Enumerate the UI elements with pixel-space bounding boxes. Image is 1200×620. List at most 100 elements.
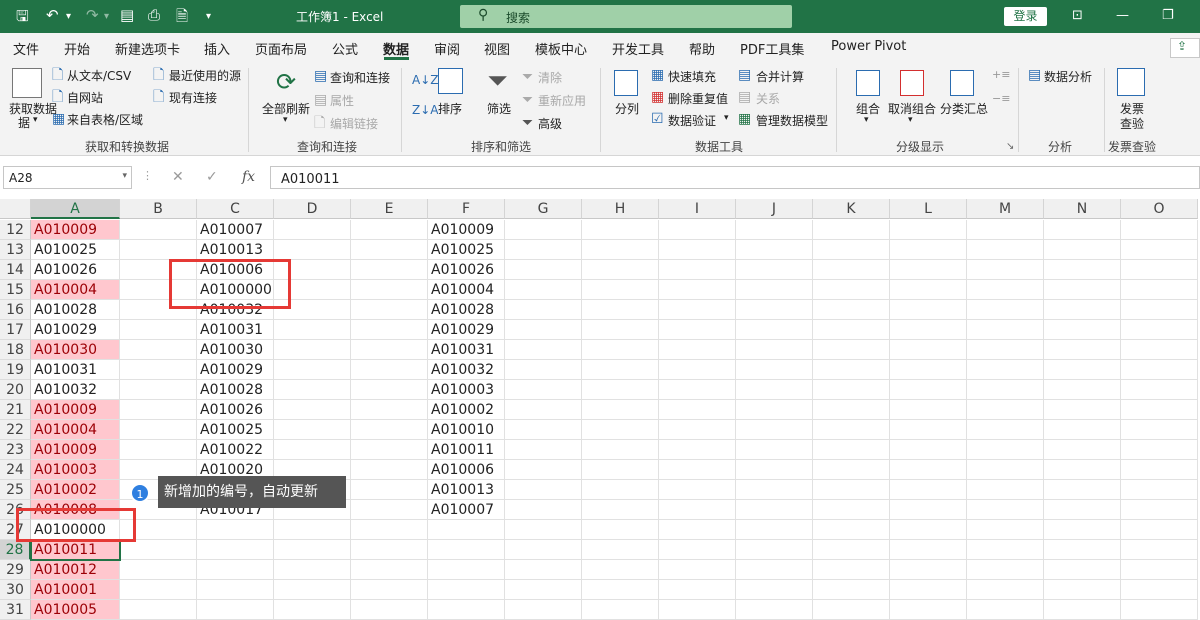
cell-g14[interactable] <box>505 260 582 280</box>
cell-k17[interactable] <box>813 320 890 340</box>
cell-h27[interactable] <box>582 520 659 540</box>
cell-n25[interactable] <box>1044 480 1121 500</box>
flash-fill-button[interactable]: 快速填充 <box>668 68 716 85</box>
cell-m17[interactable] <box>967 320 1044 340</box>
column-header-k[interactable]: K <box>813 199 890 219</box>
insert-function-icon[interactable]: fx <box>242 169 255 185</box>
cell-c27[interactable] <box>197 520 274 540</box>
cell-j29[interactable] <box>736 560 813 580</box>
cell-i18[interactable] <box>659 340 736 360</box>
cell-l26[interactable] <box>890 500 967 520</box>
clear-button[interactable]: 清除 <box>538 69 562 86</box>
cell-o26[interactable] <box>1121 500 1198 520</box>
cell-f21[interactable]: A010002 <box>428 400 505 420</box>
save-icon[interactable]: 🖫 <box>16 6 29 31</box>
cell-c21[interactable]: A010026 <box>197 400 274 420</box>
cell-k16[interactable] <box>813 300 890 320</box>
cell-a28[interactable]: A010011 <box>30 539 121 561</box>
print-preview-icon[interactable]: ⎙ <box>148 6 160 24</box>
cell-c12[interactable]: A010007 <box>197 220 274 240</box>
cell-m14[interactable] <box>967 260 1044 280</box>
cell-f17[interactable]: A010029 <box>428 320 505 340</box>
cell-o19[interactable] <box>1121 360 1198 380</box>
row-header[interactable]: 28 <box>0 540 31 560</box>
login-button[interactable]: 登录 <box>1004 7 1047 26</box>
column-header-i[interactable]: I <box>659 199 736 219</box>
cell-e31[interactable] <box>351 600 428 620</box>
cell-f16[interactable]: A010028 <box>428 300 505 320</box>
cell-e22[interactable] <box>351 420 428 440</box>
cell-i25[interactable] <box>659 480 736 500</box>
cell-m23[interactable] <box>967 440 1044 460</box>
cell-d20[interactable] <box>274 380 351 400</box>
cell-j26[interactable] <box>736 500 813 520</box>
cell-e25[interactable] <box>351 480 428 500</box>
cell-k30[interactable] <box>813 580 890 600</box>
cell-o28[interactable] <box>1121 540 1198 560</box>
column-header-c[interactable]: C <box>197 199 274 219</box>
cell-m24[interactable] <box>967 460 1044 480</box>
tab-power-pivot[interactable]: Power Pivot <box>831 39 906 54</box>
column-header-b[interactable]: B <box>120 199 197 219</box>
cell-d22[interactable] <box>274 420 351 440</box>
cell-c19[interactable]: A010029 <box>197 360 274 380</box>
cell-i26[interactable] <box>659 500 736 520</box>
cell-k18[interactable] <box>813 340 890 360</box>
cell-h13[interactable] <box>582 240 659 260</box>
cell-h12[interactable] <box>582 220 659 240</box>
cell-b30[interactable] <box>120 580 197 600</box>
data-analysis-button[interactable]: 数据分析 <box>1044 68 1092 85</box>
cell-e15[interactable] <box>351 280 428 300</box>
cell-n18[interactable] <box>1044 340 1121 360</box>
cell-g23[interactable] <box>505 440 582 460</box>
cell-e12[interactable] <box>351 220 428 240</box>
invoice-label-2[interactable]: 查验 <box>1120 115 1144 132</box>
cell-b17[interactable] <box>120 320 197 340</box>
row-header[interactable]: 25 <box>0 480 31 500</box>
cell-h17[interactable] <box>582 320 659 340</box>
column-header-h[interactable]: H <box>582 199 659 219</box>
row-header[interactable]: 14 <box>0 260 31 280</box>
queries-connections-button[interactable]: 查询和连接 <box>330 69 390 86</box>
cell-b13[interactable] <box>120 240 197 260</box>
cell-j28[interactable] <box>736 540 813 560</box>
name-box[interactable]: A28 ▾ <box>3 166 132 189</box>
minimize-icon[interactable]: — <box>1116 8 1129 23</box>
cell-c23[interactable]: A010022 <box>197 440 274 460</box>
cell-f20[interactable]: A010003 <box>428 380 505 400</box>
customize-toolbar-icon[interactable]: ▾ <box>206 11 211 22</box>
cell-o23[interactable] <box>1121 440 1198 460</box>
cell-n14[interactable] <box>1044 260 1121 280</box>
cell-c30[interactable] <box>197 580 274 600</box>
cell-e24[interactable] <box>351 460 428 480</box>
cell-a15[interactable]: A010004 <box>31 280 120 300</box>
cell-d12[interactable] <box>274 220 351 240</box>
cell-g12[interactable] <box>505 220 582 240</box>
cell-e23[interactable] <box>351 440 428 460</box>
cell-j30[interactable] <box>736 580 813 600</box>
cell-m13[interactable] <box>967 240 1044 260</box>
cell-n16[interactable] <box>1044 300 1121 320</box>
row-header[interactable]: 23 <box>0 440 31 460</box>
cell-g31[interactable] <box>505 600 582 620</box>
cell-j19[interactable] <box>736 360 813 380</box>
cell-b20[interactable] <box>120 380 197 400</box>
cell-o30[interactable] <box>1121 580 1198 600</box>
cell-k25[interactable] <box>813 480 890 500</box>
text-to-columns-button[interactable]: 分列 <box>615 100 639 117</box>
remove-duplicates-button[interactable]: 删除重复值 <box>668 90 728 107</box>
restore-icon[interactable]: ❐ <box>1162 8 1174 23</box>
cell-g13[interactable] <box>505 240 582 260</box>
cell-l20[interactable] <box>890 380 967 400</box>
cell-e13[interactable] <box>351 240 428 260</box>
cell-i21[interactable] <box>659 400 736 420</box>
cell-e28[interactable] <box>351 540 428 560</box>
cell-d17[interactable] <box>274 320 351 340</box>
row-header[interactable]: 21 <box>0 400 31 420</box>
properties-button[interactable]: 属性 <box>330 92 354 109</box>
cell-d29[interactable] <box>274 560 351 580</box>
cell-j31[interactable] <box>736 600 813 620</box>
cell-h24[interactable] <box>582 460 659 480</box>
cell-k14[interactable] <box>813 260 890 280</box>
cell-o24[interactable] <box>1121 460 1198 480</box>
